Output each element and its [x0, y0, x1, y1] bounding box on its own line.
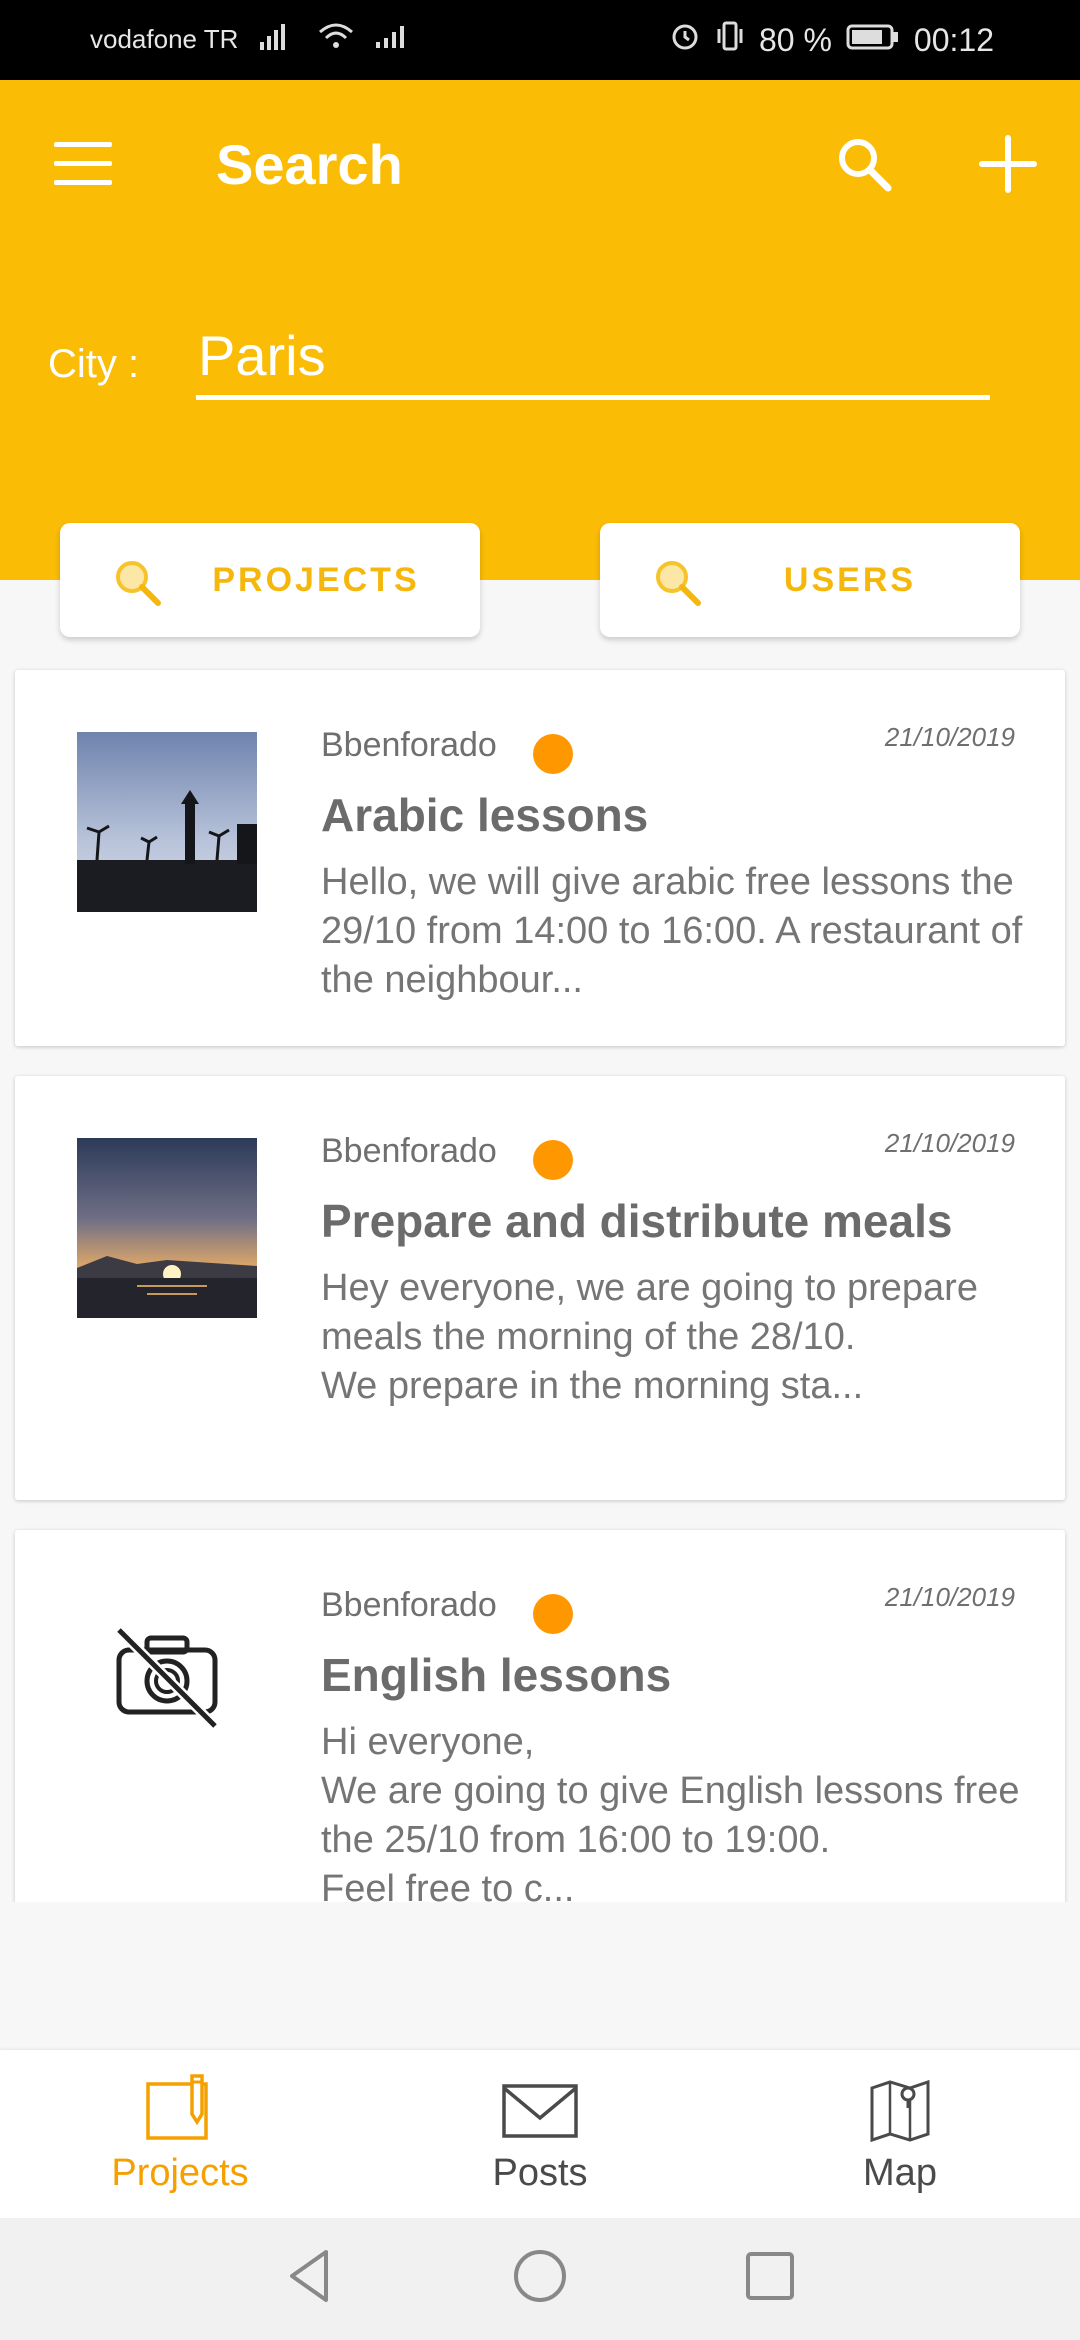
card-description: Hey everyone, we are going to prepare me…: [321, 1267, 978, 1407]
city-label: City :: [48, 342, 140, 386]
card-title: Prepare and distribute meals: [321, 1195, 953, 1247]
home-icon[interactable]: [510, 2246, 570, 2306]
card-date: 21/10/2019: [884, 1582, 1015, 1612]
author-name: Bbenforado: [321, 1586, 497, 1624]
card-title: English lessons: [321, 1649, 672, 1701]
nav-projects-label: Projects: [111, 2152, 249, 2194]
project-list[interactable]: Bbenforado 21/10/2019 Arabic lessons Hel…: [0, 660, 1080, 1902]
project-image: [77, 1138, 257, 1318]
nav-map-label: Map: [863, 2152, 937, 2194]
nav-map[interactable]: Map: [750, 2050, 1050, 2218]
projects-button-label: PROJECTS: [212, 560, 420, 599]
clock: 00:12: [913, 21, 994, 58]
bottom-navigation: Projects Posts Map: [0, 2050, 1080, 2218]
status-bar: vodafone TR 80 % 00:12: [0, 0, 1080, 80]
card-description: Hi everyone, We are going to give Englis…: [321, 1721, 1020, 1902]
battery-percent: 80 %: [758, 21, 832, 58]
city-input[interactable]: [196, 316, 990, 400]
projects-icon: [142, 2074, 218, 2144]
page-title: Search: [216, 133, 403, 196]
project-image: [77, 732, 257, 912]
mail-icon: [502, 2074, 578, 2144]
wifi-icon: [318, 22, 354, 57]
recents-icon[interactable]: [740, 2246, 800, 2306]
project-card[interactable]: Bbenforado 21/10/2019 Arabic lessons Hel…: [15, 670, 1065, 1046]
carrier-label: vodafone TR: [90, 24, 239, 54]
card-title: Arabic lessons: [321, 789, 649, 841]
status-dot: [533, 734, 573, 774]
back-icon[interactable]: [280, 2246, 340, 2306]
signal-icon: [260, 22, 296, 57]
nav-projects[interactable]: Projects: [30, 2050, 330, 2218]
battery-icon: [846, 22, 900, 59]
card-date: 21/10/2019: [884, 1128, 1015, 1158]
author-name: Bbenforado: [321, 726, 497, 764]
search-users-button[interactable]: USERS: [600, 523, 1020, 637]
nav-posts-label: Posts: [492, 2152, 588, 2194]
author-name: Bbenforado: [321, 1132, 497, 1170]
map-icon: [862, 2074, 938, 2144]
system-navigation-bar: [0, 2218, 1080, 2340]
status-dot: [533, 1140, 573, 1180]
alarm-icon: [669, 20, 701, 60]
card-description: Hello, we will give arabic free lessons …: [321, 861, 1023, 1001]
search-header: Search City :: [0, 80, 1080, 580]
project-card[interactable]: Bbenforado 21/10/2019 English lessons Hi…: [15, 1530, 1065, 1902]
no-camera-icon: [115, 1626, 219, 1730]
add-icon[interactable]: [976, 132, 1040, 196]
project-card[interactable]: Bbenforado 21/10/2019 Prepare and distri…: [15, 1076, 1065, 1500]
status-dot: [533, 1594, 573, 1634]
card-date: 21/10/2019: [884, 722, 1015, 752]
search-icon[interactable]: [832, 132, 896, 196]
vibrate-icon: [715, 20, 745, 60]
search-projects-button[interactable]: PROJECTS: [60, 523, 480, 637]
data-signal-icon: [376, 24, 408, 55]
users-button-label: USERS: [783, 560, 917, 599]
nav-posts[interactable]: Posts: [390, 2050, 690, 2218]
menu-icon[interactable]: [54, 142, 114, 186]
